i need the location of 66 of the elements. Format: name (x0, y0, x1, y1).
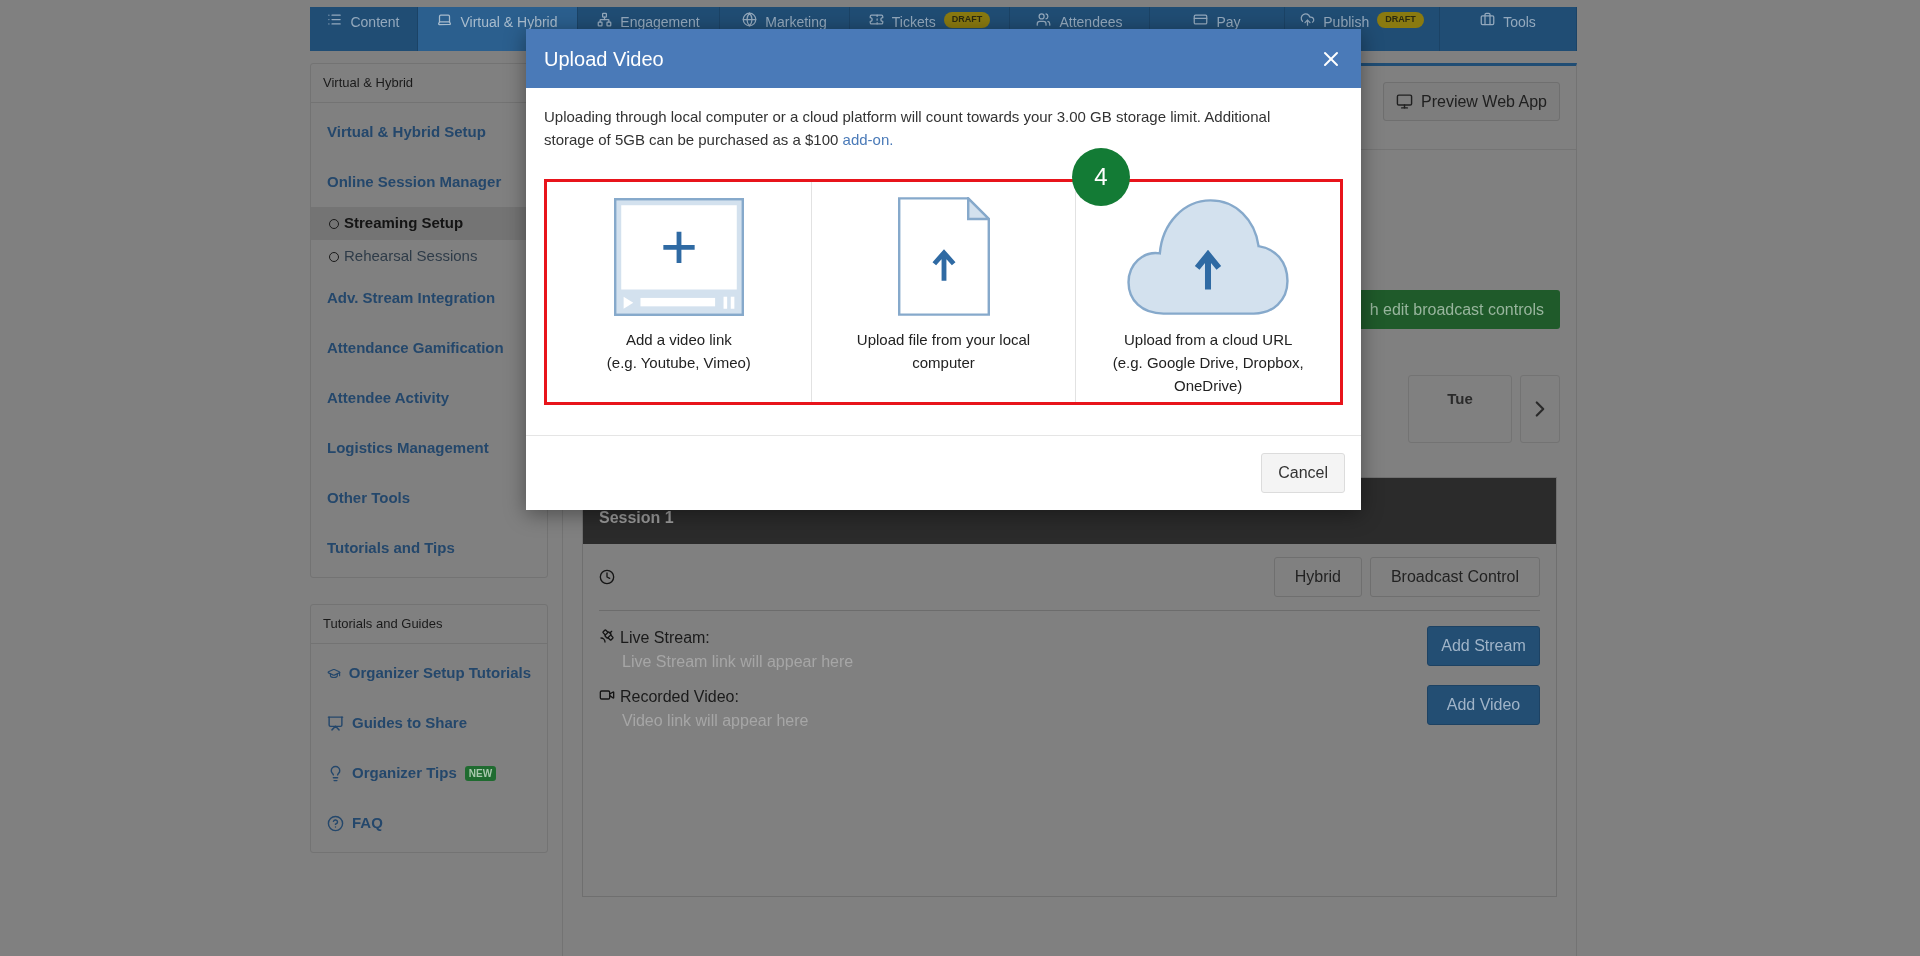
sidebar-subitem[interactable]: Rehearsal Sessions (311, 240, 547, 273)
day-label: Tue (1447, 389, 1473, 409)
sidebar-link[interactable]: Attendee Activity (327, 386, 449, 410)
file-upload-icon (897, 197, 990, 316)
video-camera-icon (599, 687, 615, 703)
nav-tab-label: Attendees (1059, 13, 1123, 32)
nav-tab-label: Tickets (891, 13, 936, 32)
cloud-upload-icon (1127, 198, 1290, 316)
clock-icon (599, 569, 615, 585)
sidebar-link[interactable]: FAQ (352, 811, 383, 835)
nav-tab-label: Engagement (620, 13, 700, 32)
ticket-icon (868, 12, 884, 27)
nav-tab-label: Marketing (765, 13, 827, 32)
video-player-icon (613, 198, 744, 316)
sidebar-link[interactable]: Organizer Tips (352, 761, 457, 785)
presentation-icon (327, 714, 344, 732)
cloud-icon (1300, 12, 1316, 27)
sidebar-link[interactable]: Online Session Manager (327, 170, 502, 194)
upload-option[interactable]: Upload file from your local computer (810, 182, 1076, 402)
sidebar-link[interactable]: Attendance Gamification (327, 336, 504, 360)
network-icon (597, 12, 613, 27)
cancel-button[interactable]: Cancel (1261, 453, 1345, 493)
session-button[interactable]: Broadcast Control (1369, 557, 1540, 597)
step-badge: 4 (1072, 148, 1130, 206)
sidebar-link[interactable]: Guides to Share (352, 711, 468, 735)
sidebar-link[interactable]: Other Tools (327, 486, 411, 510)
stream-label: Recorded Video: (620, 687, 740, 707)
monitor-icon (1396, 93, 1413, 110)
stream-label: Live Stream: (620, 628, 711, 648)
add-on-link[interactable]: add-on. (842, 131, 894, 148)
nav-tab-label: Virtual & Hybrid (460, 13, 558, 32)
session-button[interactable]: Hybrid (1273, 557, 1362, 597)
option-label: Upload file from your local computer (856, 330, 1031, 373)
sidebar-link[interactable]: Organizer Setup Tutorials (348, 661, 531, 685)
option-label: Upload from a cloud URL (e.g. Google Drive, Dropbox, OneDrive) (1112, 330, 1304, 396)
laptop-icon (437, 12, 453, 27)
add-button[interactable]: Add Stream (1427, 626, 1540, 666)
sidebar-link[interactable]: Tutorials and Tips (327, 536, 455, 560)
upload-option[interactable]: Add a video link (e.g. Youtube, Vimeo) (547, 182, 811, 402)
nav-tab-label: Tools (1503, 13, 1536, 32)
draft-badge: DRAFT (943, 12, 991, 28)
draft-badge: DRAFT (1377, 12, 1424, 28)
sidebar-heading: Tutorials and Guides (311, 605, 547, 644)
preview-button[interactable]: Preview Web App (1383, 82, 1560, 121)
session-title: Session 1 (599, 508, 674, 528)
sidebar-subitem-label: Rehearsal Sessions (344, 246, 478, 267)
new-badge: NEW (464, 765, 497, 781)
card-icon (1193, 12, 1209, 27)
nav-tab-label: Content (350, 13, 400, 32)
satellite-icon (599, 628, 615, 644)
nav-tab-label: Publish (1323, 13, 1370, 32)
sidebar-subitem-label: Streaming Setup (344, 213, 464, 234)
help-icon (327, 814, 344, 832)
briefcase-icon (1480, 12, 1496, 27)
option-label: Add a video link (e.g. Youtube, Vimeo) (606, 330, 751, 373)
users-icon (1036, 12, 1052, 27)
sidebar-link[interactable]: Logistics Management (327, 436, 489, 460)
sidebar-link[interactable]: Virtual & Hybrid Setup (327, 120, 486, 144)
globe-icon (742, 12, 758, 27)
nav-tab-label: Pay (1216, 13, 1241, 32)
storage-notice: Uploading through local computer or a cloud platform will count towards your 3.00 GB storage limit. Additional storage of 5GB can be purchased as a $100 add-on. (544, 107, 1272, 150)
add-button[interactable]: Add Video (1427, 685, 1540, 725)
list-icon (327, 12, 343, 27)
nav-tab[interactable]: Tools (1440, 7, 1577, 51)
day-card[interactable]: Tue (1408, 375, 1512, 443)
sidebar-link[interactable]: Adv. Stream Integration (327, 286, 496, 310)
